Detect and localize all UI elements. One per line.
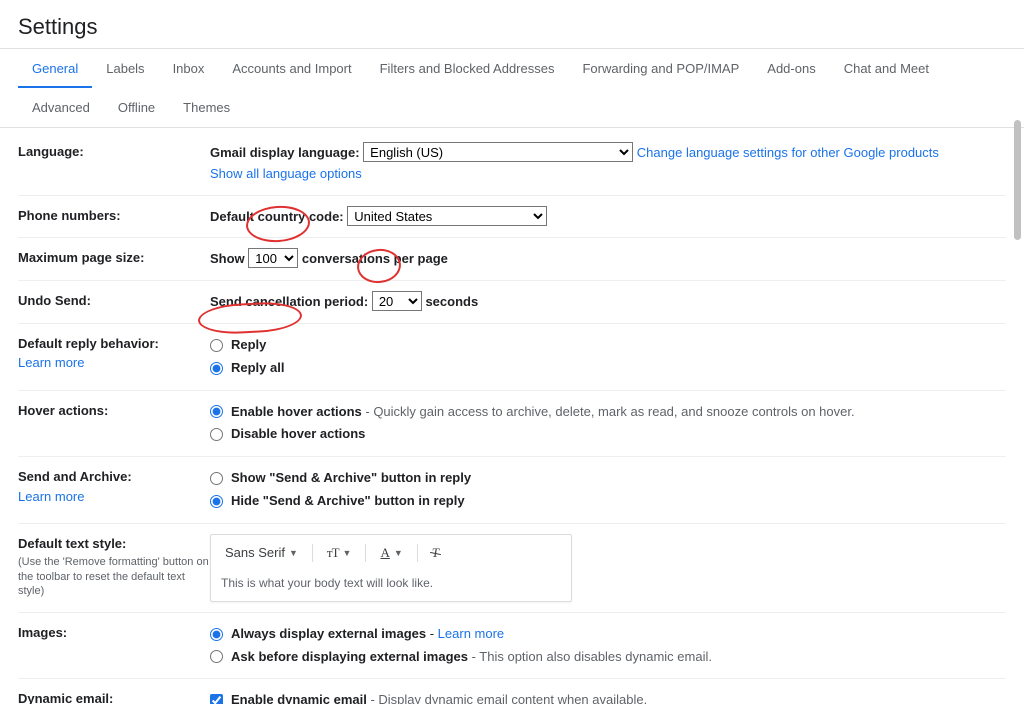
label-reply: Default reply behavior: — [18, 336, 159, 351]
show-all-languages-link[interactable]: Show all language options — [210, 166, 362, 181]
change-language-link[interactable]: Change language settings for other Googl… — [637, 145, 939, 160]
hover-disable: Disable hover actions — [231, 424, 365, 445]
tab-addons[interactable]: Add-ons — [753, 49, 829, 88]
label-pagesize: Maximum page size: — [18, 248, 210, 270]
row-undo: Undo Send: Send cancellation period: 20 … — [18, 281, 1006, 324]
row-hover: Hover actions: Enable hover actions - Qu… — [18, 391, 1006, 458]
label-undo: Undo Send: — [18, 291, 210, 313]
display-language-select[interactable]: English (US) — [363, 142, 633, 162]
dynamic-enable: Enable dynamic email — [231, 692, 367, 704]
pagesize-select[interactable]: 100 — [248, 248, 298, 268]
row-reply: Default reply behavior: Learn more Reply… — [18, 324, 1006, 391]
remove-formatting-button[interactable]: T — [428, 543, 443, 564]
tab-offline[interactable]: Offline — [104, 88, 169, 127]
images-learn-more[interactable]: Learn more — [438, 626, 504, 641]
settings-content: Language: Gmail display language: Englis… — [0, 128, 1024, 704]
tab-themes[interactable]: Themes — [169, 88, 244, 127]
tab-inbox[interactable]: Inbox — [159, 49, 219, 88]
hover-enable-desc: - Quickly gain access to archive, delete… — [362, 404, 855, 419]
sendarchive-learn-more[interactable]: Learn more — [18, 489, 84, 504]
label-sendarchive: Send and Archive: — [18, 469, 132, 484]
default-country-label: Default country code: — [210, 209, 344, 224]
text-color-icon: A — [380, 543, 389, 564]
row-textstyle: Default text style: (Use the 'Remove for… — [18, 524, 1006, 613]
label-hover: Hover actions: — [18, 401, 210, 447]
page-title: Settings — [18, 14, 1006, 40]
tab-advanced[interactable]: Advanced — [18, 88, 104, 127]
tab-forwarding[interactable]: Forwarding and POP/IMAP — [568, 49, 753, 88]
row-phone: Phone numbers: Default country code: Uni… — [18, 196, 1006, 239]
chevron-down-icon: ▼ — [394, 546, 403, 560]
label-images: Images: — [18, 623, 210, 669]
page-header: Settings — [0, 0, 1024, 48]
pagesize-perpage: conversations per page — [302, 251, 448, 266]
radio-sa-show[interactable] — [210, 472, 223, 485]
reply-learn-more[interactable]: Learn more — [18, 355, 84, 370]
chevron-down-icon: ▼ — [343, 546, 352, 560]
label-textstyle: Default text style: — [18, 536, 126, 551]
images-always: Always display external images — [231, 626, 426, 641]
label-phone: Phone numbers: — [18, 206, 210, 228]
row-sendarchive: Send and Archive: Learn more Show "Send … — [18, 457, 1006, 524]
scrollbar[interactable] — [1014, 120, 1021, 240]
country-code-select[interactable]: United States — [347, 206, 547, 226]
row-language: Language: Gmail display language: Englis… — [18, 128, 1006, 196]
images-ask: Ask before displaying external images — [231, 649, 468, 664]
text-color-button[interactable]: A ▼ — [376, 543, 406, 564]
radio-images-always[interactable] — [210, 628, 223, 641]
sa-hide: Hide "Send & Archive" button in reply — [231, 491, 465, 512]
radio-hover-enable[interactable] — [210, 405, 223, 418]
display-language-label: Gmail display language: — [210, 145, 360, 160]
label-dynamic: Dynamic email: — [18, 691, 113, 704]
radio-hover-disable[interactable] — [210, 428, 223, 441]
radio-reply-all[interactable] — [210, 362, 223, 375]
row-dynamic: Dynamic email: Learn more Enable dynamic… — [18, 679, 1006, 704]
opt-reply-all: Reply all — [231, 358, 284, 379]
dynamic-enable-desc: - Display dynamic email content when ava… — [367, 692, 647, 704]
opt-reply: Reply — [231, 335, 266, 356]
text-style-sample: This is what your body text will look li… — [221, 570, 561, 593]
text-style-toolbar: Sans Serif ▼ тT ▼ A ▼ T — [210, 534, 572, 602]
undo-seconds: seconds — [425, 294, 478, 309]
label-language: Language: — [18, 142, 210, 185]
tab-general[interactable]: General — [18, 49, 92, 88]
font-family-button[interactable]: Sans Serif ▼ — [221, 543, 302, 564]
row-pagesize: Maximum page size: Show 100 conversation… — [18, 238, 1006, 281]
tab-accounts[interactable]: Accounts and Import — [218, 49, 365, 88]
radio-reply[interactable] — [210, 339, 223, 352]
font-size-button[interactable]: тT ▼ — [323, 543, 356, 564]
radio-images-ask[interactable] — [210, 650, 223, 663]
tab-chat[interactable]: Chat and Meet — [830, 49, 943, 88]
pagesize-show: Show — [210, 251, 245, 266]
undo-desc: Send cancellation period: — [210, 294, 368, 309]
sa-show: Show "Send & Archive" button in reply — [231, 468, 471, 489]
settings-tabs: General Labels Inbox Accounts and Import… — [0, 49, 1024, 127]
tab-filters[interactable]: Filters and Blocked Addresses — [366, 49, 569, 88]
text-size-icon: тT — [327, 543, 339, 564]
remove-formatting-icon: T — [432, 543, 439, 564]
row-images: Images: Always display external images -… — [18, 613, 1006, 680]
undo-select[interactable]: 20 — [372, 291, 422, 311]
chevron-down-icon: ▼ — [289, 546, 298, 560]
textstyle-sub: (Use the 'Remove formatting' button on t… — [18, 555, 210, 598]
tab-labels[interactable]: Labels — [92, 49, 158, 88]
hover-enable: Enable hover actions — [231, 404, 362, 419]
radio-sa-hide[interactable] — [210, 495, 223, 508]
images-ask-desc: - This option also disables dynamic emai… — [468, 649, 712, 664]
